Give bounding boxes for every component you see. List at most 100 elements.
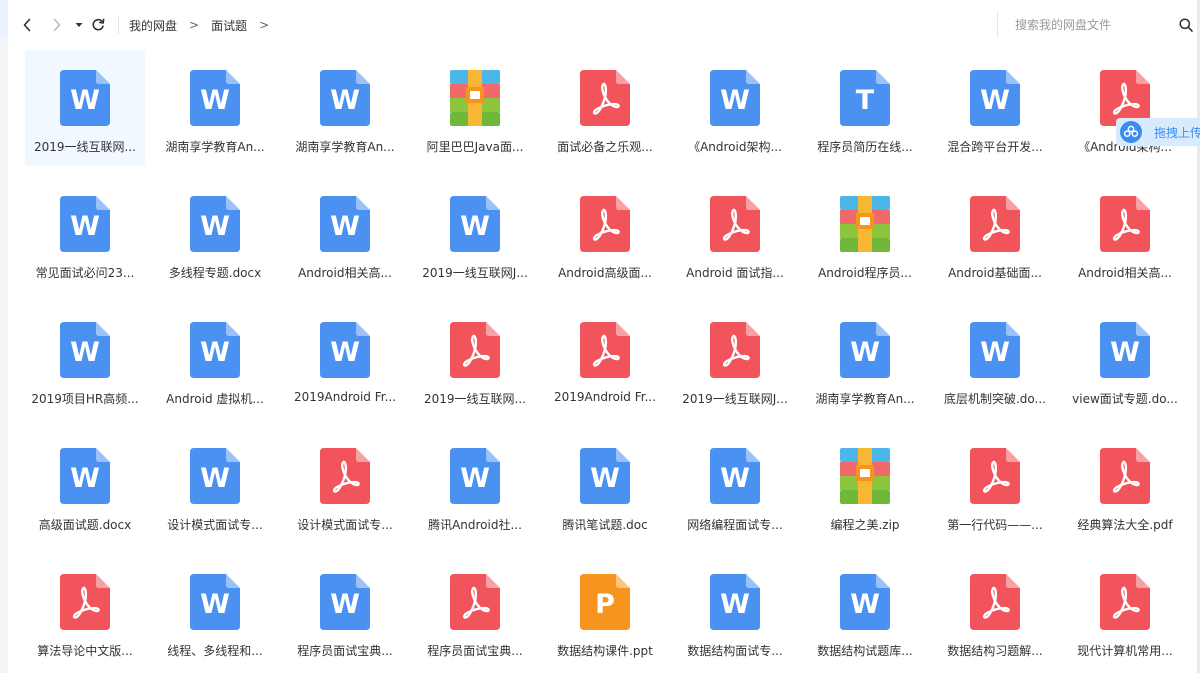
file-item[interactable]: W Android 虚拟机... — [155, 302, 275, 418]
word-file-icon: W — [840, 574, 890, 630]
file-item[interactable]: 程序员面试宝典... — [415, 554, 535, 670]
back-button[interactable] — [20, 12, 34, 38]
file-item[interactable]: 编程之美.zip — [805, 428, 925, 544]
file-item[interactable]: W 腾讯笔试题.doc — [545, 428, 665, 544]
file-name: Android 面试指... — [686, 266, 784, 280]
file-item[interactable]: W 设计模式面试专... — [155, 428, 275, 544]
breadcrumb-item-current[interactable]: 面试题 — [211, 17, 247, 34]
file-name: 现代计算机常用... — [1077, 644, 1173, 658]
file-item[interactable]: W 混合跨平台开发... — [935, 50, 1055, 166]
file-item[interactable]: Android相关高... — [1065, 176, 1185, 292]
file-item[interactable]: W 湖南享学教育An... — [155, 50, 275, 166]
file-item[interactable]: W 湖南享学教育An... — [805, 302, 925, 418]
svg-text:W: W — [200, 85, 230, 116]
file-item[interactable]: W 湖南享学教育An... — [285, 50, 405, 166]
pdf-file-icon — [1100, 448, 1150, 504]
file-name: 高级面试题.docx — [38, 518, 132, 532]
file-name: 底层机制突破.do... — [943, 392, 1046, 406]
pdf-file-icon — [580, 196, 630, 252]
file-item[interactable]: P 数据结构课件.ppt — [545, 554, 665, 670]
file-name: 《Android架构... — [688, 140, 782, 154]
file-item[interactable]: W 数据结构面试专... — [675, 554, 795, 670]
svg-text:W: W — [200, 463, 230, 494]
file-name: Android相关高... — [298, 266, 392, 280]
file-item[interactable]: 数据结构习题解... — [935, 554, 1055, 670]
file-item[interactable]: 第一行代码——... — [935, 428, 1055, 544]
file-name: 网络编程面试专... — [687, 518, 783, 532]
file-item[interactable]: W 腾讯Android社... — [415, 428, 535, 544]
file-name: 数据结构习题解... — [947, 644, 1043, 658]
svg-text:W: W — [330, 85, 360, 116]
file-name: 常见面试必问23... — [35, 266, 135, 280]
file-item[interactable]: W 2019一线互联网J... — [415, 176, 535, 292]
breadcrumb-separator: > — [259, 18, 270, 32]
file-item[interactable]: Android基础面... — [935, 176, 1055, 292]
left-strip — [0, 0, 8, 673]
word-file-icon: W — [60, 196, 110, 252]
zip-file-icon — [450, 70, 500, 126]
file-name: Android相关高... — [1078, 266, 1172, 280]
file-item[interactable]: W 《Android架构... — [675, 50, 795, 166]
file-item[interactable]: W 2019Android Fr... — [285, 302, 405, 418]
file-item[interactable]: W 程序员面试宝典... — [285, 554, 405, 670]
svg-text:W: W — [70, 463, 100, 494]
file-item[interactable]: 设计模式面试专... — [285, 428, 405, 544]
file-item[interactable]: W 2019项目HR高频... — [25, 302, 145, 418]
file-name: 数据结构面试专... — [687, 644, 783, 658]
file-item[interactable]: 面试必备之乐观... — [545, 50, 665, 166]
file-item[interactable]: 《Android架构... — [1065, 50, 1185, 166]
pdf-file-icon — [710, 196, 760, 252]
search-input[interactable] — [1015, 18, 1165, 32]
file-item[interactable]: Android高级面... — [545, 176, 665, 292]
file-item[interactable]: T 程序员简历在线... — [805, 50, 925, 166]
file-item[interactable]: 2019Android Fr... — [545, 302, 665, 418]
file-item[interactable]: W Android相关高... — [285, 176, 405, 292]
refresh-button[interactable] — [90, 12, 106, 38]
file-item[interactable]: Android程序员... — [805, 176, 925, 292]
file-name: 湖南享学教育An... — [815, 392, 915, 406]
file-item[interactable]: 2019一线互联网... — [415, 302, 535, 418]
svg-text:W: W — [720, 589, 750, 620]
file-name: 2019项目HR高频... — [31, 392, 139, 406]
file-item[interactable]: W 线程、多线程和... — [155, 554, 275, 670]
svg-text:W: W — [980, 337, 1010, 368]
file-item[interactable]: W 高级面试题.docx — [25, 428, 145, 544]
file-item[interactable]: 阿里巴巴Java面... — [415, 50, 535, 166]
file-item[interactable]: Android 面试指... — [675, 176, 795, 292]
file-item[interactable]: W 2019一线互联网... — [25, 50, 145, 166]
file-item[interactable]: 现代计算机常用... — [1065, 554, 1185, 670]
pdf-file-icon — [970, 196, 1020, 252]
file-name: 湖南享学教育An... — [295, 140, 395, 154]
file-item[interactable]: Wview面试专题.do... — [1065, 302, 1185, 418]
file-name: 程序员面试宝典... — [297, 644, 393, 658]
svg-text:W: W — [200, 211, 230, 242]
pdf-file-icon — [1100, 196, 1150, 252]
history-dropdown-button[interactable] — [74, 12, 84, 38]
file-item[interactable]: W 底层机制突破.do... — [935, 302, 1055, 418]
zip-file-icon — [840, 196, 890, 252]
file-name: 编程之美.zip — [830, 518, 900, 532]
file-item[interactable]: 2019一线互联网J... — [675, 302, 795, 418]
text-file-icon: T — [840, 70, 890, 126]
file-name: 程序员面试宝典... — [427, 644, 523, 658]
file-name: 算法导论中文版... — [37, 644, 133, 658]
word-file-icon: W — [710, 448, 760, 504]
file-item[interactable]: W 数据结构试题库... — [805, 554, 925, 670]
breadcrumb-item-root[interactable]: 我的网盘 — [129, 17, 177, 34]
file-item[interactable]: 算法导论中文版... — [25, 554, 145, 670]
file-name: 湖南享学教育An... — [165, 140, 265, 154]
word-file-icon: W — [1100, 322, 1150, 378]
drag-upload-button[interactable]: 拖拽上传 — [1116, 118, 1200, 146]
word-file-icon: W — [970, 70, 1020, 126]
file-item[interactable]: 经典算法大全.pdf — [1065, 428, 1185, 544]
file-name: 2019一线互联网J... — [682, 392, 788, 406]
search-icon[interactable] — [1178, 17, 1194, 33]
file-item[interactable]: W 网络编程面试专... — [675, 428, 795, 544]
chevron-left-icon — [23, 18, 31, 32]
svg-text:W: W — [70, 211, 100, 242]
file-item[interactable]: W 多线程专题.docx — [155, 176, 275, 292]
file-item[interactable]: W 常见面试必问23... — [25, 176, 145, 292]
word-file-icon: W — [580, 448, 630, 504]
forward-button[interactable] — [50, 12, 64, 38]
file-name: 腾讯Android社... — [428, 518, 522, 532]
